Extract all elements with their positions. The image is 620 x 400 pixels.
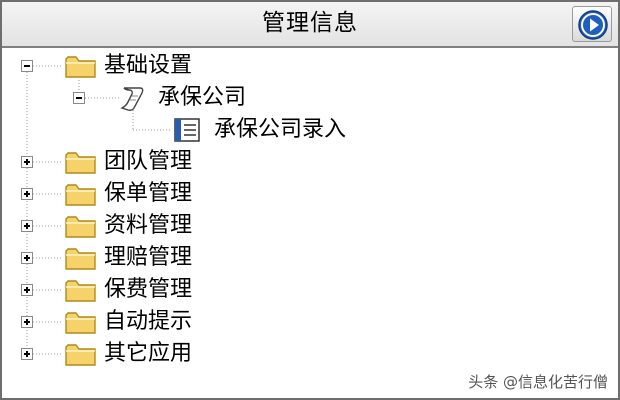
folder-icon (65, 248, 96, 270)
navigate-button[interactable] (572, 6, 612, 42)
tree-node-reminders[interactable]: 自动提示 (64, 308, 264, 336)
folder-icon (65, 56, 96, 78)
expand-toggle-other-apps[interactable] (21, 348, 33, 360)
tree-node-basic-settings[interactable]: 基础设置 (64, 52, 264, 80)
tree-node-documents[interactable]: 资料管理 (64, 212, 264, 240)
watermark: 头条 @信息化苦行僧 (468, 373, 608, 391)
tree-node-claims[interactable]: 理赔管理 (64, 244, 264, 272)
tree-node-team[interactable]: 团队管理 (64, 148, 264, 176)
tree-node-label: 自动提示 (104, 309, 193, 334)
folder-icon (65, 184, 96, 206)
tree-node-label: 资料管理 (104, 213, 193, 238)
form-icon (174, 118, 200, 142)
expand-toggle-policy[interactable] (21, 188, 33, 200)
tree-node-premium[interactable]: 保费管理 (64, 276, 264, 304)
panel-title: 管理信息 (262, 10, 358, 36)
tree-node-label: 承保公司录入 (214, 117, 347, 142)
tree-node-label: 理赔管理 (104, 245, 193, 270)
tree-node-insurer[interactable]: 承保公司 (118, 84, 278, 112)
management-panel: 管理信息 基础设置 承保公司 承保公司录入 团队管理 保单管理 资料管理 理赔管… (0, 0, 620, 400)
tree-node-label: 其它应用 (104, 341, 193, 366)
tree-node-label: 保费管理 (104, 277, 193, 302)
collapse-toggle-insurer[interactable] (73, 92, 85, 104)
folder-icon (65, 216, 96, 238)
tree-node-label: 团队管理 (104, 149, 193, 174)
tree-node-label: 保单管理 (104, 181, 193, 206)
tree-node-insurer-entry[interactable]: 承保公司录入 (172, 116, 372, 144)
expand-toggle-premium[interactable] (21, 284, 33, 296)
expand-toggle-team[interactable] (21, 156, 33, 168)
tree-node-other-apps[interactable]: 其它应用 (64, 340, 264, 368)
scroll-icon (120, 87, 144, 111)
panel-header: 管理信息 (2, 2, 618, 48)
expand-toggle-claims[interactable] (21, 252, 33, 264)
tree-node-label: 基础设置 (104, 53, 193, 78)
play-circle-icon (578, 10, 608, 40)
folder-icon (65, 312, 96, 334)
expand-toggle-documents[interactable] (21, 220, 33, 232)
navigation-tree: 基础设置 承保公司 承保公司录入 团队管理 保单管理 资料管理 理赔管理 保费管… (2, 48, 618, 398)
folder-icon (65, 152, 96, 174)
collapse-toggle-basic-settings[interactable] (21, 60, 33, 72)
tree-node-label: 承保公司 (158, 85, 247, 110)
expand-toggle-reminders[interactable] (21, 316, 33, 328)
tree-node-policy[interactable]: 保单管理 (64, 180, 264, 208)
folder-icon (65, 344, 96, 366)
folder-icon (65, 280, 96, 302)
